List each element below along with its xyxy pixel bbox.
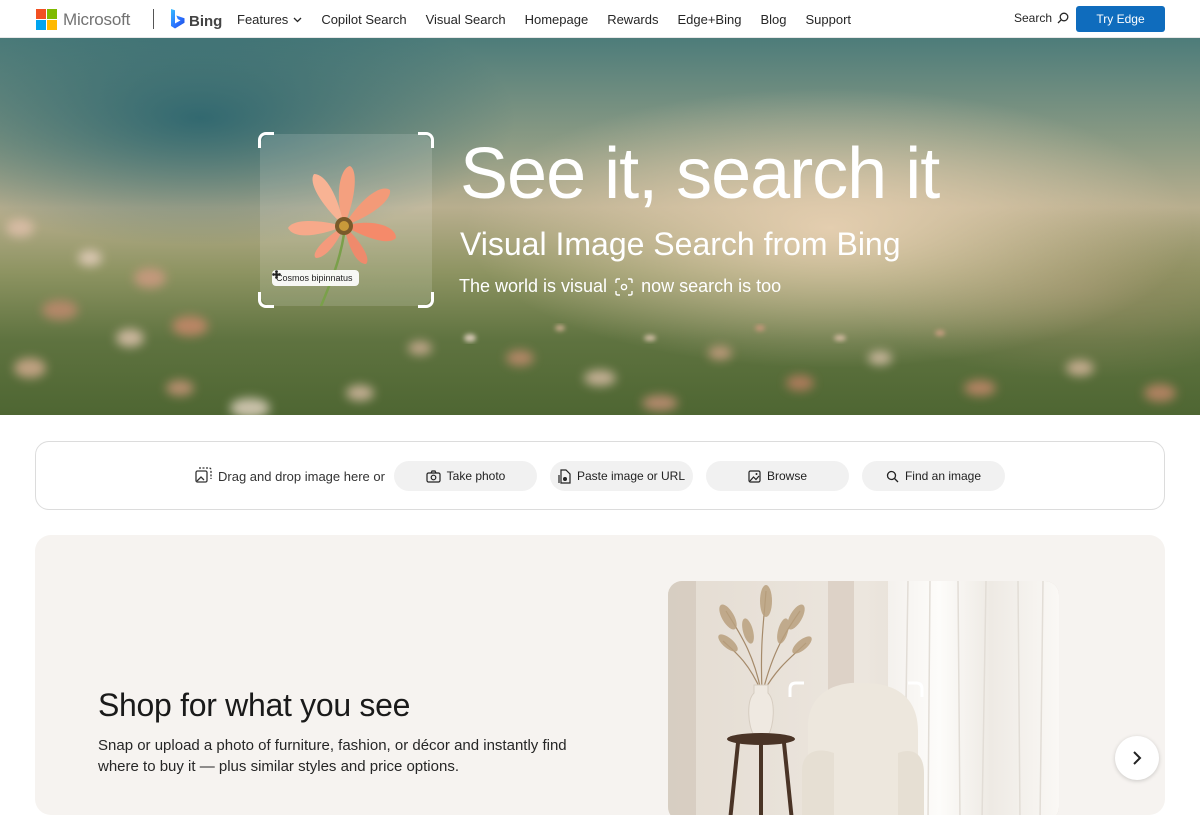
nav-link-support[interactable]: Support [806,12,852,27]
bing-icon [171,9,185,29]
find-image-button[interactable]: Find an image [862,461,1005,491]
nav-link-copilot-search[interactable]: Copilot Search [321,12,406,27]
scan-corner-top-right [418,132,434,148]
hero-tagline-left: The world is visual [459,276,608,296]
find-image-label: Find an image [904,469,982,483]
scan-corner-top-left [258,132,274,148]
paste-icon [558,468,571,484]
nav-divider [153,9,154,29]
nav-link-blog[interactable]: Blog [760,12,786,27]
chevron-right-icon [1133,751,1142,765]
image-label-text: Cosmos bipinnatus [276,273,353,283]
browse-button[interactable]: Browse [706,461,849,491]
try-edge-button[interactable]: Try Edge [1076,6,1165,32]
nav-search-label: Search [1014,11,1053,25]
bing-brand-text: Bing [189,12,223,30]
scan-corner-bottom-right [418,292,434,308]
furniture-showcase-image [668,581,1059,815]
nav-link-rewards[interactable]: Rewards [607,12,658,27]
hero-banner: Cosmos bipinnatus See it, search it Visu… [0,38,1200,415]
drop-image-icon [195,467,212,483]
carousel-next-button[interactable] [1115,736,1159,780]
image-label-tag: Cosmos bipinnatus [272,270,359,286]
top-nav: Microsoft Bing Features Copilot Search V… [0,0,1200,38]
take-photo-button[interactable]: Take photo [394,461,537,491]
microsoft-brand-text: Microsoft [63,9,131,29]
image-icon [748,469,761,483]
bing-logo[interactable]: Bing [170,8,222,30]
scan-corner-bottom-left [258,292,274,308]
search-icon [1057,12,1069,24]
microsoft-logo[interactable]: Microsoft [36,9,130,30]
nav-link-homepage[interactable]: Homepage [525,12,589,27]
hero-tagline-right: now search is too [641,276,782,296]
hero-image-card[interactable]: Cosmos bipinnatus [258,132,434,308]
browse-label: Browse [766,469,807,483]
nav-link-features[interactable]: Features [237,12,302,27]
chevron-down-icon [293,17,302,22]
shop-section: Shop for what you see Snap or upload a p… [35,535,1165,815]
camera-icon [426,469,441,483]
drag-drop-text: Drag and drop image here or [218,468,385,484]
nav-search-button[interactable]: Search [1014,11,1069,25]
image-search-bar[interactable]: Drag and drop image here or Take photo P… [35,441,1165,510]
paste-image-button[interactable]: Paste image or URL [550,461,693,491]
flower-icon [272,270,281,279]
microsoft-logo-icon [36,9,57,30]
paste-image-label: Paste image or URL [576,469,686,483]
search-icon [886,470,899,482]
drag-drop-zone[interactable]: Drag and drop image here or [194,467,385,485]
hero-tagline: The world is visual now search is too [459,276,781,297]
take-photo-label: Take photo [446,469,506,483]
nav-links: Features Copilot Search Visual Search Ho… [237,12,870,27]
shop-title: Shop for what you see [98,687,411,723]
nav-link-visual-search[interactable]: Visual Search [426,12,506,27]
nav-link-edge-bing[interactable]: Edge+Bing [677,12,741,27]
hero-title: See it, search it [460,134,940,214]
shop-description: Snap or upload a photo of furniture, fas… [98,737,567,775]
nav-link-label: Features [237,12,289,27]
visual-search-icon [615,277,633,296]
hero-subtitle: Visual Image Search from Bing [460,226,901,262]
living-room-image [668,581,1059,815]
